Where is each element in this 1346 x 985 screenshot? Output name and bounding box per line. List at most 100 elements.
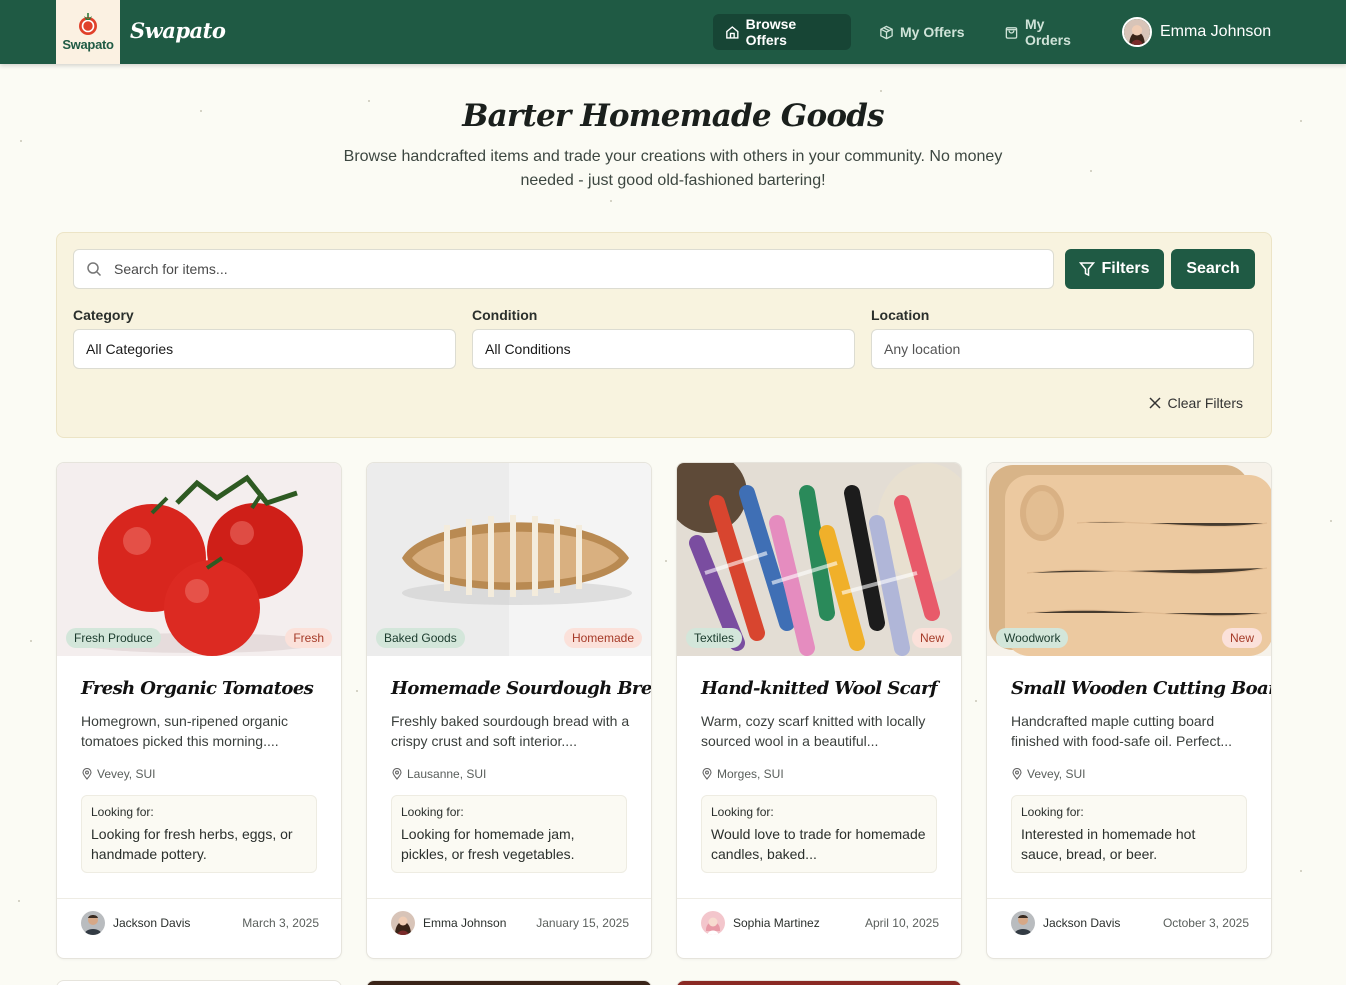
owner-name: Sophia Martinez [733,916,820,930]
location-input[interactable]: Any location [871,329,1254,369]
looking-for-label: Looking for: [401,805,464,819]
offer-card[interactable]: Woodwork New Small Wooden Cutting Board … [986,462,1272,959]
category-badge: Fresh Produce [66,628,161,648]
condition-select[interactable]: All Conditions [472,329,855,369]
offer-date: January 15, 2025 [536,916,629,930]
box-icon [880,25,893,39]
nav-browse-offers[interactable]: Browse Offers [713,14,851,50]
offer-location: Lausanne, SUI [391,767,486,781]
search-button-label: Search [1186,260,1240,277]
user-name: Emma Johnson [1160,23,1272,40]
offer-location: Vevey, SUI [81,767,155,781]
offer-description: Homegrown, sun-ripened organic tomatoes … [81,713,288,749]
clear-filters-button[interactable]: Clear Filters [1148,395,1243,411]
looking-for-box: Looking for: Would love to trade for hom… [701,795,937,873]
avatar [1011,911,1035,935]
offer-footer: Emma Johnson January 15, 2025 [367,898,651,958]
offer-location: Morges, SUI [701,767,784,781]
close-icon [1149,397,1161,409]
avatar [1122,17,1152,47]
bag-icon [1005,26,1018,39]
offer-location-text: Vevey, SUI [1027,767,1086,781]
offer-location: Vevey, SUI [1011,767,1085,781]
page-subtitle: Browse handcrafted items and trade your … [343,148,1003,189]
looking-for-label: Looking for: [711,805,774,819]
logo-text: Swapato [62,37,114,52]
tomato-icon [79,13,97,35]
looking-for-text: Looking for fresh herbs, eggs, or handma… [91,826,293,862]
offer-description: Warm, cozy scarf knitted with locally so… [701,713,926,749]
condition-badge: New [911,628,952,648]
top-navigation-bar: Swapato Swapato Browse Offers My Offers … [0,0,1346,64]
offer-owner[interactable]: Jackson Davis [81,911,190,935]
condition-badge: New [1221,628,1262,648]
home-icon [726,25,739,39]
offer-owner[interactable]: Emma Johnson [391,911,506,935]
looking-for-text: Interested in homemade hot sauce, bread,… [1021,826,1196,862]
nav-my-orders[interactable]: My Orders [992,14,1106,50]
offer-location-text: Morges, SUI [717,767,784,781]
offer-date: March 3, 2025 [242,916,319,930]
owner-name: Jackson Davis [1043,916,1121,930]
filter-panel: Filters Search Category All Categories C… [56,232,1272,438]
offer-owner[interactable]: Jackson Davis [1011,911,1120,935]
search-input[interactable] [114,261,1014,277]
looking-for-text: Looking for homemade jam, pickles, or fr… [401,826,575,862]
offer-footer: Jackson Davis October 3, 2025 [987,898,1271,958]
next-row-card-edge [676,980,962,985]
map-pin-icon [392,768,402,780]
search-icon [87,262,102,277]
offer-title[interactable]: Homemade Sourdough Bread [391,678,651,699]
offer-footer: Jackson Davis March 3, 2025 [57,898,341,958]
offer-owner[interactable]: Sophia Martinez [701,911,820,935]
category-label: Category [73,307,134,323]
user-menu[interactable]: Emma Johnson [1122,16,1271,48]
clear-filters-label: Clear Filters [1167,395,1243,411]
offer-card[interactable]: Textiles New Hand-knitted Wool Scarf War… [676,462,962,959]
offer-location-text: Lausanne, SUI [407,767,487,781]
filters-button[interactable]: Filters [1065,249,1164,289]
offer-title[interactable]: Small Wooden Cutting Board [1011,678,1271,699]
offer-title[interactable]: Hand-knitted Wool Scarf [701,678,951,699]
owner-name: Jackson Davis [113,916,191,930]
nav-my-offers[interactable]: My Offers [867,14,977,50]
looking-for-label: Looking for: [91,805,154,819]
offer-date: October 3, 2025 [1162,916,1249,930]
looking-for-label: Looking for: [1021,805,1084,819]
category-badge: Woodwork [996,628,1069,648]
looking-for-box: Looking for: Looking for fresh herbs, eg… [81,795,317,873]
condition-badge: Homemade [563,628,642,648]
owner-name: Emma Johnson [423,916,507,930]
nav-browse-offers-label: Browse Offers [745,16,797,48]
search-field[interactable] [73,249,1054,289]
condition-label: Condition [472,307,538,323]
offer-card[interactable]: Baked Goods Homemade Homemade Sourdough … [366,462,652,959]
offer-title[interactable]: Fresh Organic Tomatoes [81,678,331,699]
category-badge: Textiles [686,628,743,648]
offer-card[interactable]: Fresh Produce Fresh Fresh Organic Tomato… [56,462,342,959]
nav-my-offers-label: My Offers [900,24,965,40]
location-label: Location [871,307,930,323]
category-select[interactable]: All Categories [73,329,456,369]
looking-for-box: Looking for: Looking for homemade jam, p… [391,795,627,873]
looking-for-box: Looking for: Interested in homemade hot … [1011,795,1247,873]
offer-footer: Sophia Martinez April 10, 2025 [677,898,961,958]
next-row-card-edge [56,980,342,985]
filter-icon [1079,262,1096,277]
filters-button-label: Filters [1101,260,1150,277]
page-title: Barter Homemade Goods [462,98,884,134]
nav-my-orders-label: My Orders [1024,16,1071,48]
next-row-card-edge [366,980,652,985]
avatar [701,911,725,935]
offer-location-text: Vevey, SUI [97,767,156,781]
condition-badge: Fresh [285,628,332,648]
brand-name[interactable]: Swapato [130,18,226,43]
map-pin-icon [702,768,712,780]
avatar [391,911,415,935]
looking-for-text: Would love to trade for homemade candles… [711,826,926,862]
avatar [81,911,105,935]
search-button[interactable]: Search [1171,249,1255,289]
offer-description: Freshly baked sourdough bread with a cri… [391,713,630,749]
map-pin-icon [1012,768,1022,780]
logo[interactable]: Swapato [56,0,120,64]
